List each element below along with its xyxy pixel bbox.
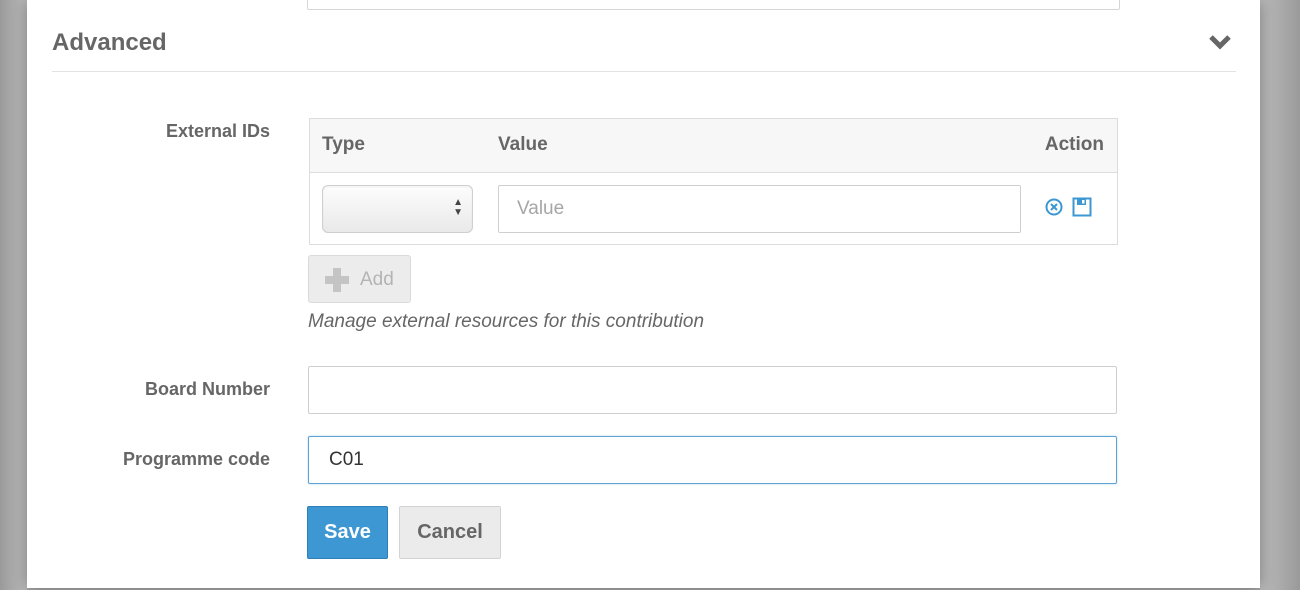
programme-code-label: Programme code: [122, 449, 270, 469]
table-row: ▲ ▼: [310, 173, 1117, 245]
board-number-input[interactable]: [308, 366, 1117, 414]
external-ids-help-text: Manage external resources for this contr…: [308, 311, 705, 332]
advanced-section-header[interactable]: Advanced: [52, 26, 1236, 72]
cancel-button[interactable]: Cancel: [399, 506, 501, 559]
floppy-disk-icon[interactable]: [1072, 197, 1092, 217]
row-actions: [1044, 197, 1092, 221]
table-header: Type Value Action: [310, 119, 1117, 173]
programme-code-input[interactable]: [308, 436, 1117, 484]
value-input[interactable]: [498, 185, 1021, 233]
modal-backdrop-left: [0, 0, 27, 590]
previous-field-input[interactable]: [307, 0, 1120, 10]
save-button[interactable]: Save: [307, 506, 388, 559]
section-title: Advanced: [52, 29, 167, 56]
board-number-label: Board Number: [144, 379, 270, 399]
column-header-value: Value: [498, 134, 548, 155]
plus-icon: [325, 268, 349, 292]
type-select[interactable]: ▲ ▼: [322, 185, 473, 233]
add-external-id-button[interactable]: Add: [308, 255, 411, 303]
column-header-type: Type: [322, 134, 365, 155]
remove-circle-icon[interactable]: [1044, 197, 1064, 217]
add-button-label: Add: [360, 269, 394, 290]
external-ids-label: External IDs: [165, 121, 270, 141]
select-arrows-icon: ▲ ▼: [453, 197, 463, 218]
edit-contribution-dialog: Advanced External IDs Type Value Action …: [27, 0, 1260, 588]
column-header-action: Action: [1044, 134, 1104, 155]
chevron-down-icon[interactable]: [1208, 32, 1232, 52]
modal-backdrop-right: [1260, 0, 1300, 590]
external-ids-table: Type Value Action ▲ ▼: [309, 118, 1118, 245]
